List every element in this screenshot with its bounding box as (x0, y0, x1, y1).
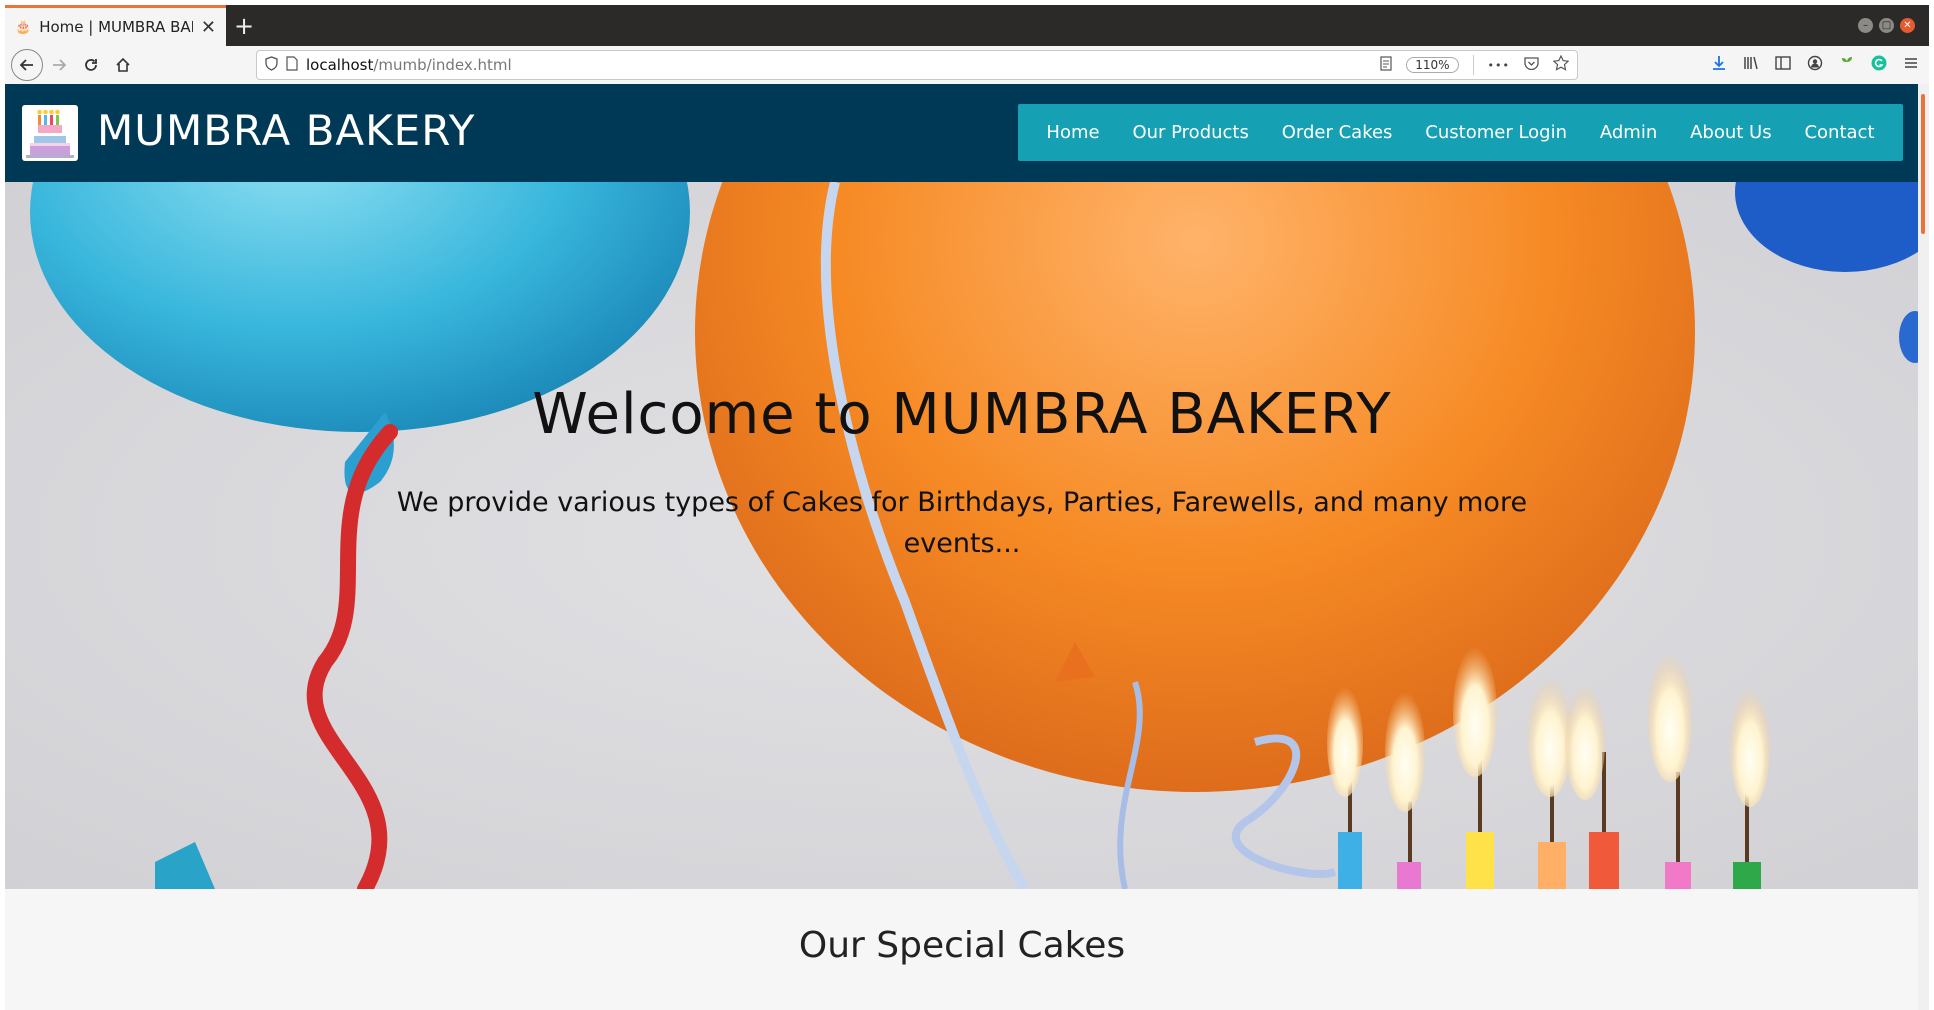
browser-toolbar-right (1711, 50, 1919, 80)
nav-our-products[interactable]: Our Products (1132, 122, 1248, 143)
pocket-icon[interactable] (1524, 56, 1539, 74)
account-icon[interactable] (1807, 55, 1823, 76)
reload-icon[interactable] (75, 49, 107, 81)
page-icon (286, 55, 298, 75)
download-icon[interactable] (1711, 55, 1727, 76)
special-cakes-section: Our Special Cakes (5, 889, 1919, 1010)
bookmark-star-icon[interactable] (1552, 54, 1570, 75)
nav-order-cakes[interactable]: Order Cakes (1282, 122, 1393, 143)
scrollbar-thumb[interactable] (1921, 94, 1925, 234)
separator (1472, 55, 1474, 75)
site-header: MUMBRA BAKERY Home Our Products Order Ca… (5, 84, 1919, 182)
grammarly-icon[interactable] (1871, 55, 1887, 76)
window-controls: – □ ✕ (1858, 5, 1929, 46)
address-bar[interactable]: localhost/mumb/index.html 110% ••• (256, 50, 1578, 80)
browser-nav-bar: localhost/mumb/index.html 110% ••• (5, 46, 1929, 85)
cake-favicon-icon: 🎂 (15, 19, 32, 35)
site-brand[interactable]: MUMBRA BAKERY (97, 106, 475, 155)
url-host: localhost (306, 56, 374, 74)
close-tab-icon[interactable]: ✕ (201, 17, 216, 38)
browser-tab-bar: 🎂 Home | MUMBRA BAKERY ✕ + – □ ✕ (5, 5, 1929, 46)
hero-title: Welcome to MUMBRA BAKERY (532, 382, 1392, 447)
reader-view-icon[interactable] (1380, 55, 1392, 75)
tab-title: Home | MUMBRA BAKERY (39, 18, 193, 36)
web-page: MUMBRA BAKERY Home Our Products Order Ca… (5, 84, 1923, 1010)
hero-subtitle: We provide various types of Cakes for Bi… (396, 487, 1528, 559)
nav-about-us[interactable]: About Us (1690, 122, 1772, 143)
nav-customer-login[interactable]: Customer Login (1425, 122, 1567, 143)
shield-icon[interactable] (265, 55, 278, 75)
back-arrow-icon[interactable] (11, 49, 43, 81)
minimize-icon[interactable]: – (1858, 18, 1873, 33)
library-icon[interactable] (1743, 55, 1759, 76)
hamburger-menu-icon[interactable] (1903, 55, 1919, 76)
main-nav: Home Our Products Order Cakes Customer L… (1018, 104, 1903, 161)
home-icon[interactable] (107, 49, 139, 81)
sidebar-icon[interactable] (1775, 55, 1791, 76)
hero-banner: Welcome to MUMBRA BAKERY We provide vari… (5, 182, 1919, 889)
nav-admin[interactable]: Admin (1600, 122, 1657, 143)
cake-logo[interactable] (22, 105, 78, 161)
page-scrollbar[interactable] (1918, 84, 1929, 1010)
extension-leaf-icon[interactable] (1839, 55, 1855, 76)
nav-home[interactable]: Home (1046, 122, 1099, 143)
close-window-icon[interactable]: ✕ (1900, 18, 1915, 33)
browser-tab[interactable]: 🎂 Home | MUMBRA BAKERY ✕ (5, 5, 226, 46)
page-actions-icon[interactable]: ••• (1488, 59, 1510, 72)
url-path: /mumb/index.html (373, 56, 512, 74)
nav-contact[interactable]: Contact (1804, 122, 1874, 143)
new-tab-button[interactable]: + (226, 5, 262, 46)
forward-arrow-icon[interactable] (43, 49, 75, 81)
maximize-icon[interactable]: □ (1879, 18, 1894, 33)
zoom-level[interactable]: 110% (1406, 57, 1459, 73)
section-heading: Our Special Cakes (798, 925, 1126, 966)
